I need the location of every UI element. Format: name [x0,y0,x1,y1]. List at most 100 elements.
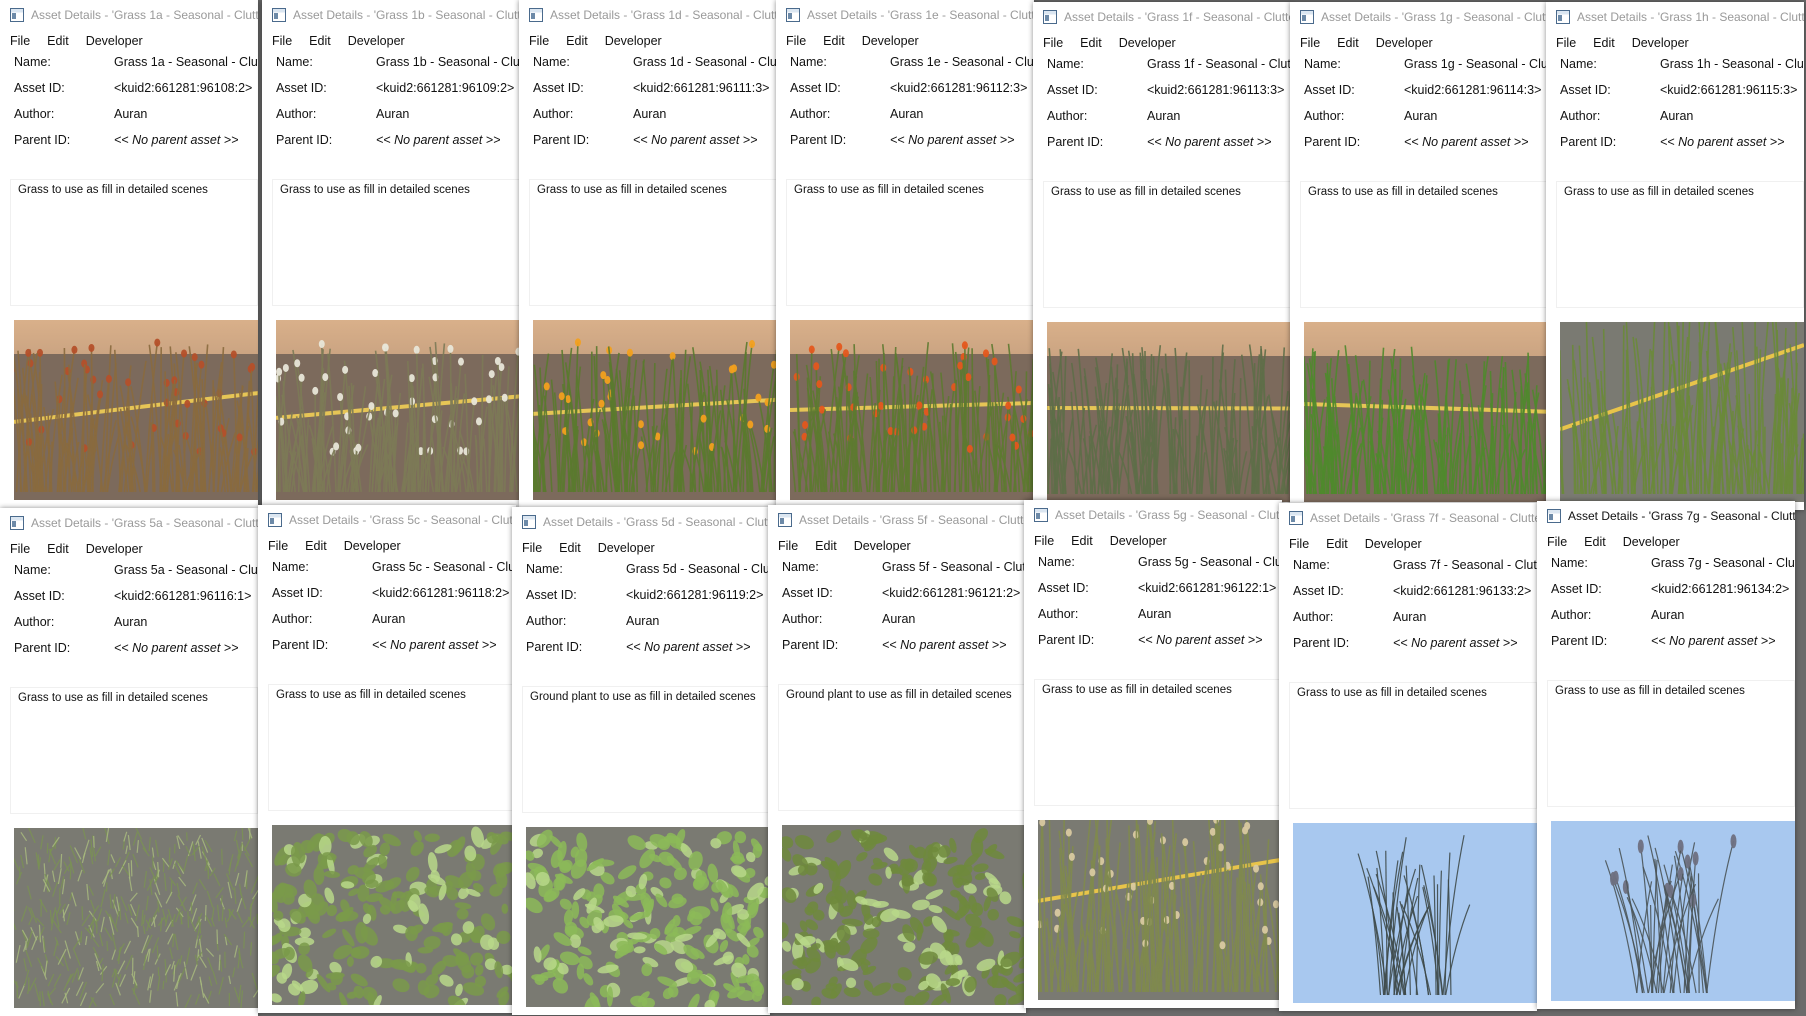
menu-edit[interactable]: Edit [566,34,588,48]
parent-id-link[interactable]: << No parent asset >> [633,130,757,150]
menu-file[interactable]: File [1556,36,1576,50]
parent-id-link[interactable]: << No parent asset >> [114,130,238,150]
parent-id-link[interactable]: << No parent asset >> [1651,631,1775,651]
menu-developer[interactable]: Developer [1365,537,1422,551]
parent-id-link[interactable]: << No parent asset >> [1393,633,1517,653]
menu-edit[interactable]: Edit [1326,537,1348,551]
asset-details-window[interactable]: Asset Details - 'Grass 1h - Seasonal - C… [1546,2,1804,510]
menu-edit[interactable]: Edit [1071,534,1093,548]
asset-details-window[interactable]: Asset Details - 'Grass 5d - Seasonal - C… [512,507,770,1015]
description-box[interactable]: Grass to use as fill in detailed scenes [1034,679,1282,806]
menu-file[interactable]: File [778,539,798,553]
window-titlebar[interactable]: Asset Details - 'Grass 1g - Seasonal - C… [1290,2,1548,32]
asset-details-window[interactable]: Asset Details - 'Grass 5c - Seasonal - C… [258,505,516,1013]
window-titlebar[interactable]: Asset Details - 'Grass 5g - Seasonal - C… [1024,500,1282,530]
menu-edit[interactable]: Edit [305,539,327,553]
menu-edit[interactable]: Edit [815,539,837,553]
description-box[interactable]: Grass to use as fill in detailed scenes [1556,181,1804,308]
asset-details-window[interactable]: Asset Details - 'Grass 1a - Seasonal - C… [0,0,258,508]
menu-file[interactable]: File [522,541,542,555]
menu-file[interactable]: File [272,34,292,48]
menu-edit[interactable]: Edit [823,34,845,48]
window-titlebar[interactable]: Asset Details - 'Grass 1h - Seasonal - C… [1546,2,1804,32]
window-titlebar[interactable]: Asset Details - 'Grass 7g - Seasonal - C… [1537,501,1795,531]
description-box[interactable]: Grass to use as fill in detailed scenes [1300,181,1548,308]
parent-id-link[interactable]: << No parent asset >> [1147,132,1271,152]
menu-file[interactable]: File [1300,36,1320,50]
parent-id-link[interactable]: << No parent asset >> [890,130,1014,150]
name-value: Grass 1a - Seasonal - Clutter [114,55,258,69]
description-box[interactable]: Grass to use as fill in detailed scenes [1289,682,1537,809]
menu-edit[interactable]: Edit [1593,36,1615,50]
parent-id-link[interactable]: << No parent asset >> [1660,132,1784,152]
window-titlebar[interactable]: Asset Details - 'Grass 5a - Seasonal - C… [0,508,258,538]
window-titlebar[interactable]: Asset Details - 'Grass 1f - Seasonal - C… [1033,2,1291,32]
asset-details-window[interactable]: Asset Details - 'Grass 1e - Seasonal - C… [776,0,1034,508]
menu-edit[interactable]: Edit [1584,535,1606,549]
menu-developer[interactable]: Developer [86,542,143,556]
parent-id-link[interactable]: << No parent asset >> [882,635,1006,655]
menu-file[interactable]: File [268,539,288,553]
description-box[interactable]: Ground plant to use as fill in detailed … [522,686,770,813]
menu-edit[interactable]: Edit [47,34,69,48]
window-titlebar[interactable]: Asset Details - 'Grass 7f - Seasonal - C… [1279,503,1537,533]
asset-details-window[interactable]: Asset Details - 'Grass 5a - Seasonal - C… [0,508,258,1016]
menu-edit[interactable]: Edit [309,34,331,48]
window-titlebar[interactable]: Asset Details - 'Grass 5c - Seasonal - C… [258,505,516,535]
window-titlebar[interactable]: Asset Details - 'Grass 1b - Seasonal - C… [262,0,520,30]
window-titlebar[interactable]: Asset Details - 'Grass 5d - Seasonal - C… [512,507,770,537]
window-titlebar[interactable]: Asset Details - 'Grass 5f - Seasonal - C… [768,505,1026,535]
asset-details-window[interactable]: Asset Details - 'Grass 5f - Seasonal - C… [768,505,1026,1013]
menu-file[interactable]: File [786,34,806,48]
asset-details-window[interactable]: Asset Details - 'Grass 1f - Seasonal - C… [1033,2,1291,510]
menu-developer[interactable]: Developer [1376,36,1433,50]
menu-developer[interactable]: Developer [598,541,655,555]
description-box[interactable]: Grass to use as fill in detailed scenes [10,179,258,306]
description-box[interactable]: Grass to use as fill in detailed scenes [529,179,777,306]
window-titlebar[interactable]: Asset Details - 'Grass 1e - Seasonal - C… [776,0,1034,30]
menu-file[interactable]: File [1043,36,1063,50]
menu-file[interactable]: File [1547,535,1567,549]
menu-file[interactable]: File [529,34,549,48]
parent-id-link[interactable]: << No parent asset >> [376,130,500,150]
description-box[interactable]: Grass to use as fill in detailed scenes [272,179,520,306]
menu-file[interactable]: File [1034,534,1054,548]
parent-id-link[interactable]: << No parent asset >> [114,638,238,658]
description-box[interactable]: Grass to use as fill in detailed scenes [1043,181,1291,308]
menu-developer[interactable]: Developer [348,34,405,48]
menu-edit[interactable]: Edit [559,541,581,555]
parent-id-link[interactable]: << No parent asset >> [1404,132,1528,152]
menu-developer[interactable]: Developer [1110,534,1167,548]
description-box[interactable]: Grass to use as fill in detailed scenes [10,687,258,814]
window-titlebar[interactable]: Asset Details - 'Grass 1d - Seasonal - C… [519,0,777,30]
asset-details-window[interactable]: Asset Details - 'Grass 1d - Seasonal - C… [519,0,777,508]
menu-file[interactable]: File [1289,537,1309,551]
menu-edit[interactable]: Edit [47,542,69,556]
menu-edit[interactable]: Edit [1080,36,1102,50]
parent-id-link[interactable]: << No parent asset >> [626,637,750,657]
menu-developer[interactable]: Developer [1623,535,1680,549]
parent-id-link[interactable]: << No parent asset >> [1138,630,1262,650]
menu-developer[interactable]: Developer [1632,36,1689,50]
description-box[interactable]: Ground plant to use as fill in detailed … [778,684,1026,811]
menu-developer[interactable]: Developer [862,34,919,48]
menu-edit[interactable]: Edit [1337,36,1359,50]
parent-id-link[interactable]: << No parent asset >> [372,635,496,655]
menu-file[interactable]: File [10,34,30,48]
asset-details-window[interactable]: Asset Details - 'Grass 5g - Seasonal - C… [1024,500,1282,1008]
asset-details-window[interactable]: Asset Details - 'Grass 1g - Seasonal - C… [1290,2,1548,510]
asset-details-window[interactable]: Asset Details - 'Grass 1b - Seasonal - C… [262,0,520,508]
window-titlebar[interactable]: Asset Details - 'Grass 1a - Seasonal - C… [0,0,258,30]
menu-developer[interactable]: Developer [344,539,401,553]
asset-details-window[interactable]: Asset Details - 'Grass 7f - Seasonal - C… [1279,503,1537,1011]
menu-file[interactable]: File [10,542,30,556]
description-box[interactable]: Grass to use as fill in detailed scenes [786,179,1034,306]
menu-developer[interactable]: Developer [605,34,662,48]
asset-details-window[interactable]: Asset Details - 'Grass 7g - Seasonal - C… [1537,501,1795,1009]
description-box[interactable]: Grass to use as fill in detailed scenes [268,684,516,811]
author-value: Auran [1660,109,1694,123]
menu-developer[interactable]: Developer [854,539,911,553]
menu-developer[interactable]: Developer [86,34,143,48]
description-box[interactable]: Grass to use as fill in detailed scenes [1547,680,1795,807]
menu-developer[interactable]: Developer [1119,36,1176,50]
